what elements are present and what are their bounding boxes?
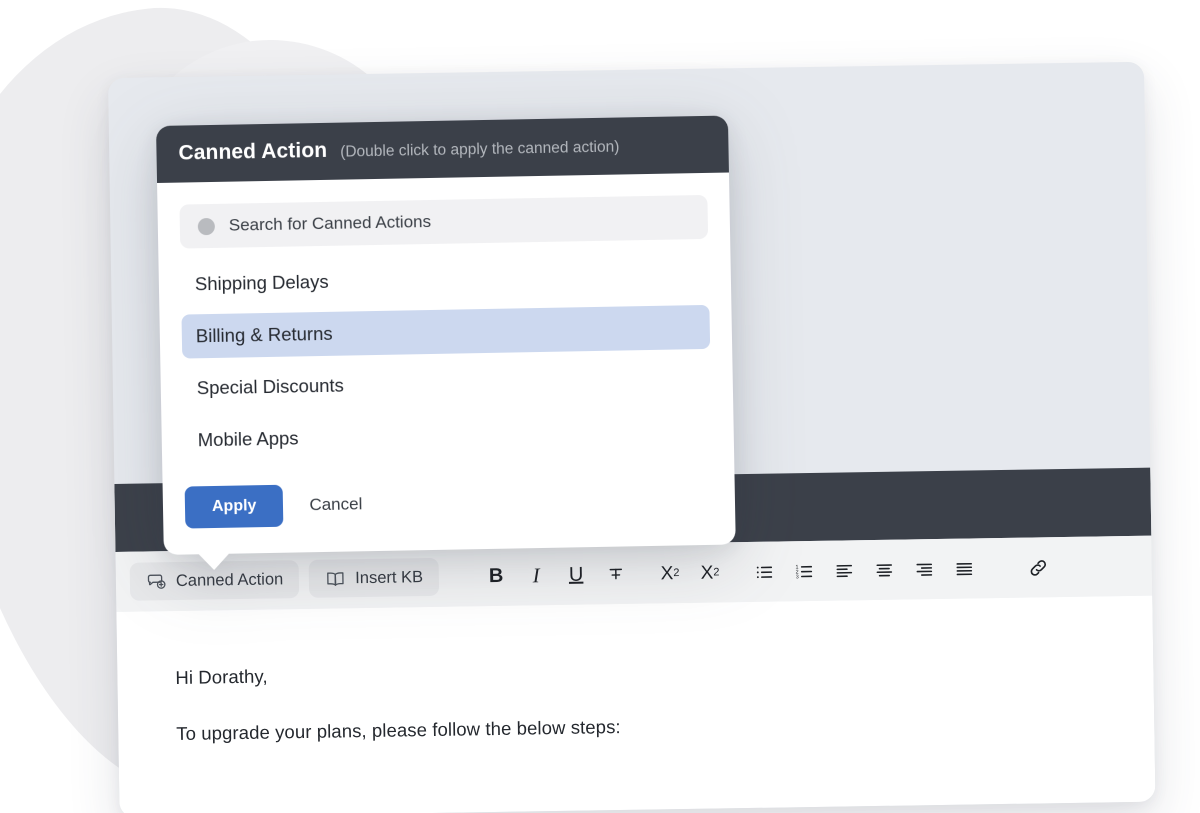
screenshot-stage: Canned Action Insert KB B I U X 2 X 2 1 … — [0, 0, 1200, 813]
canned-action-button-label: Canned Action — [175, 569, 284, 590]
canned-action-list: Shipping Delays Billing & Returns Specia… — [181, 253, 713, 463]
subscript-button[interactable]: X2 — [653, 556, 688, 591]
popup-header: Canned Action (Double click to apply the… — [156, 115, 729, 183]
align-center-button[interactable] — [867, 553, 902, 588]
superscript-button[interactable]: X2 — [693, 555, 728, 590]
align-right-button[interactable] — [907, 552, 942, 587]
list-item-label: Shipping Delays — [194, 270, 329, 295]
search-icon — [197, 217, 215, 235]
search-input[interactable]: Search for Canned Actions — [179, 194, 709, 249]
underline-button[interactable]: U — [559, 557, 594, 592]
strikethrough-button[interactable] — [599, 557, 634, 592]
superscript-label: X — [700, 562, 714, 584]
popup-pointer-tail — [197, 552, 231, 571]
popup-actions: Apply Cancel — [162, 468, 735, 554]
bullet-list-button[interactable] — [747, 554, 782, 589]
list-item-label: Special Discounts — [196, 374, 345, 399]
bold-button[interactable]: B — [479, 559, 514, 594]
align-right-icon — [913, 559, 934, 580]
numbered-list-button[interactable]: 1 2 3 — [787, 554, 822, 589]
insert-link-button[interactable] — [1021, 550, 1056, 585]
svg-text:3: 3 — [795, 574, 798, 580]
popup-body: Search for Canned Actions Shipping Delay… — [157, 173, 734, 463]
message-body[interactable]: Hi Dorathy, To upgrade your plans, pleas… — [116, 595, 1156, 813]
search-input-placeholder: Search for Canned Actions — [228, 211, 432, 235]
canned-action-popup: Canned Action (Double click to apply the… — [156, 115, 736, 555]
popup-title: Canned Action — [178, 138, 328, 165]
link-icon — [1026, 556, 1049, 579]
list-item[interactable]: Shipping Delays — [181, 253, 710, 307]
speech-bubble-plus-icon — [146, 571, 167, 592]
subscript-index: 2 — [673, 566, 680, 579]
list-item[interactable]: Mobile Apps — [183, 409, 712, 463]
list-item[interactable]: Special Discounts — [182, 357, 711, 411]
superscript-index: 2 — [713, 565, 720, 579]
list-item-label: Mobile Apps — [197, 427, 299, 451]
toolbar-spacer-1 — [439, 576, 479, 577]
align-left-icon — [833, 560, 854, 581]
popup-hint: (Double click to apply the canned action… — [340, 138, 620, 161]
list-item-label: Billing & Returns — [195, 322, 333, 347]
align-justify-button[interactable] — [947, 551, 982, 586]
cancel-button[interactable]: Cancel — [305, 494, 366, 515]
apply-button[interactable]: Apply — [184, 484, 284, 529]
subscript-label: X — [660, 562, 674, 584]
bullet-list-icon — [753, 561, 774, 582]
align-justify-icon — [953, 558, 974, 579]
numbered-list-icon: 1 2 3 — [793, 560, 814, 581]
message-line-1: To upgrade your plans, please follow the… — [176, 716, 621, 745]
align-center-icon — [873, 559, 894, 580]
align-left-button[interactable] — [827, 553, 862, 588]
strikethrough-icon — [605, 563, 627, 585]
open-book-icon — [325, 568, 346, 589]
toolbar-spacer-4 — [981, 568, 1021, 569]
list-item[interactable]: Billing & Returns — [181, 304, 711, 359]
italic-button[interactable]: I — [519, 558, 554, 593]
canned-action-popup-wrapper: Canned Action (Double click to apply the… — [156, 115, 736, 571]
insert-kb-button-label: Insert KB — [355, 567, 424, 587]
insert-kb-button[interactable]: Insert KB — [308, 557, 440, 598]
message-greeting: Hi Dorathy, — [175, 665, 268, 689]
